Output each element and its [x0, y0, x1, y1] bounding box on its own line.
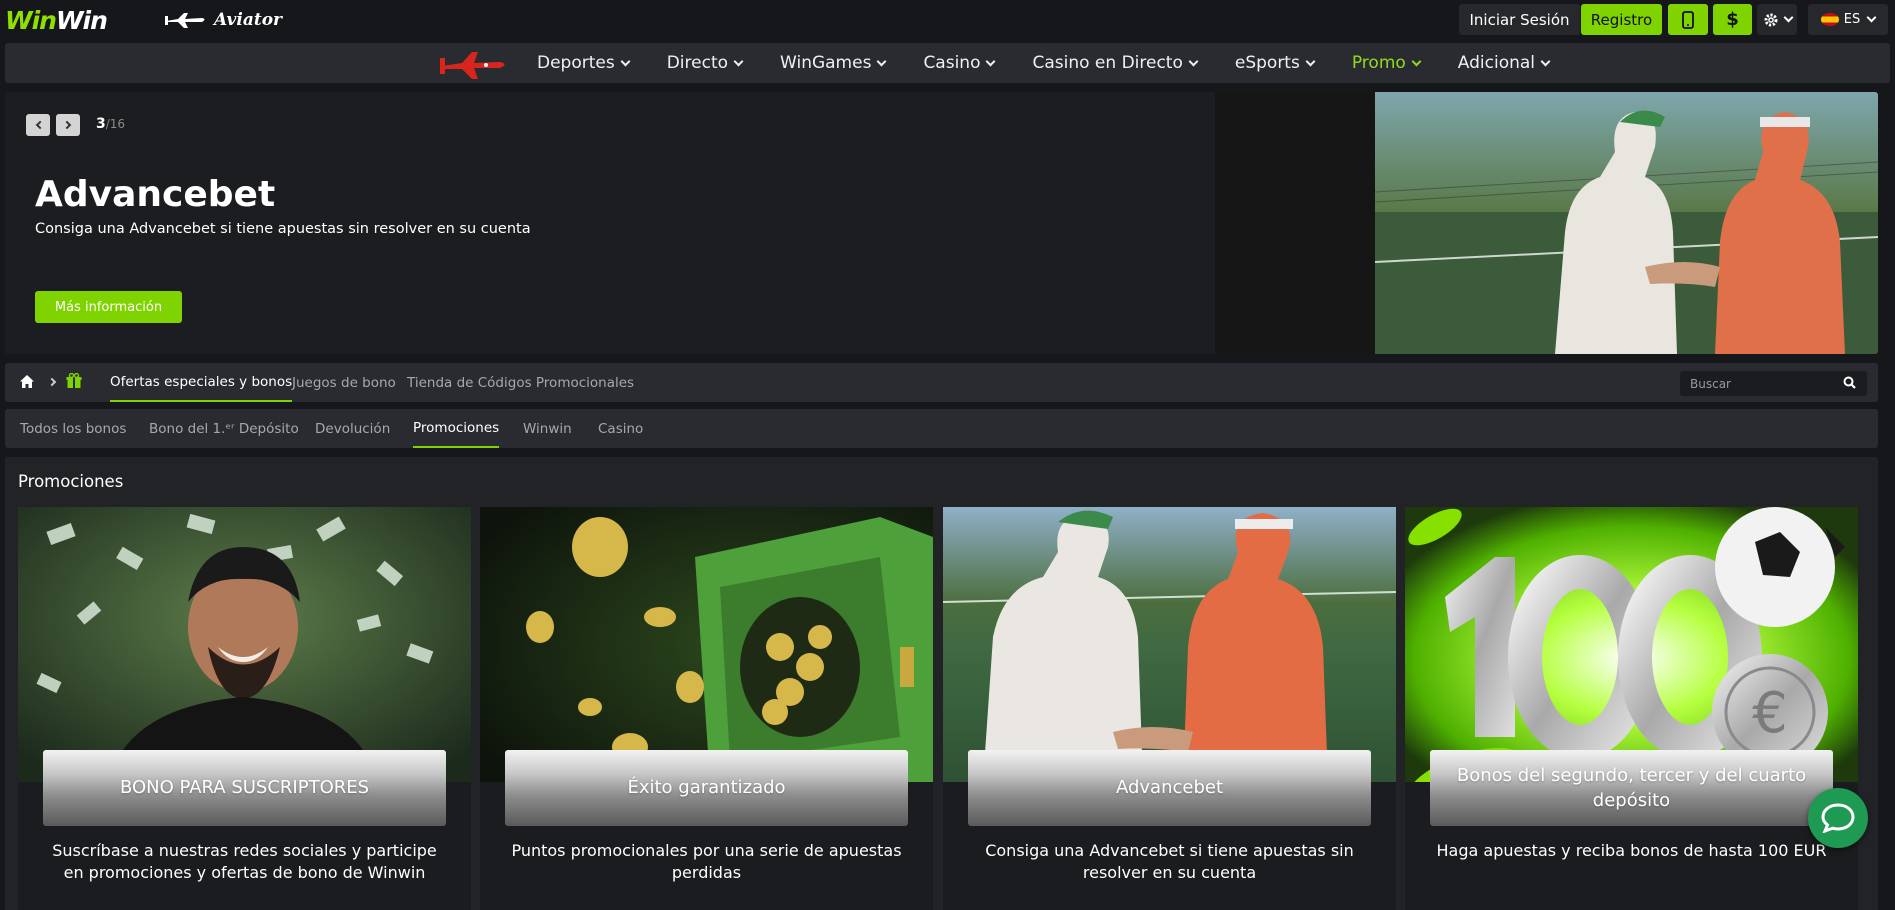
nav-item-promo[interactable]: Promo	[1351, 53, 1422, 73]
filter-winwin[interactable]: Winwin	[523, 409, 572, 448]
nav-item-deportes[interactable]: Deportes	[537, 53, 631, 73]
card-description: Haga apuestas y reciba bonos de hasta 10…	[1436, 841, 1827, 860]
nav-item-casino-en-directo[interactable]: Casino en Directo	[1032, 53, 1199, 73]
aviator-plane-icon[interactable]	[438, 46, 511, 82]
card-title: Éxito garantizado	[505, 750, 908, 826]
chevron-down-icon	[1783, 12, 1793, 23]
chevron-down-icon	[1188, 56, 1199, 66]
aviator-link[interactable]: Aviator	[164, 8, 282, 32]
chevron-down-icon	[1540, 56, 1551, 66]
filter-bono-primer-deposito[interactable]: Bono del 1.ᵉʳ Depósito	[149, 409, 299, 448]
deposit-button[interactable]: $	[1713, 4, 1752, 35]
banner-counter: 3/16	[96, 116, 125, 132]
winwin-logo[interactable]: WinWin	[5, 6, 108, 35]
nav-item-adicional[interactable]: Adicional	[1457, 53, 1551, 73]
breadcrumb-bar: Ofertas especiales y bonos Juegos de bon…	[5, 363, 1878, 402]
promo-card-bonos-deposito[interactable]: € Bonos del segundo, tercer y del cuarto…	[1405, 507, 1858, 910]
chevron-right-icon	[62, 120, 71, 130]
language-label: ES	[1843, 12, 1861, 27]
banner-current: 3	[96, 116, 106, 132]
section-title: Promociones	[18, 472, 124, 491]
nav-item-label: Casino en Directo	[1032, 53, 1183, 73]
promo-card-suscriptores[interactable]: BONO PARA SUSCRIPTORES Suscríbase a nues…	[18, 507, 471, 910]
chevron-down-icon	[1411, 56, 1422, 66]
aviator-label: Aviator	[214, 10, 282, 30]
filter-todos-los-bonos[interactable]: Todos los bonos	[20, 409, 126, 448]
chat-support-button[interactable]	[1808, 788, 1868, 848]
banner-next-button[interactable]	[56, 114, 80, 136]
nav-items: Deportes Directo WinGames Casino Casino …	[537, 43, 1587, 83]
nav-item-casino[interactable]: Casino	[923, 53, 996, 73]
chevron-down-icon	[1305, 56, 1316, 66]
banner-title: Advancebet	[35, 174, 276, 215]
nav-item-esports[interactable]: eSports	[1234, 53, 1316, 73]
chevron-down-icon	[733, 56, 744, 66]
banner-subtitle: Consiga una Advancebet si tiene apuestas…	[35, 221, 531, 237]
nav-item-label: eSports	[1234, 53, 1300, 73]
chevron-down-icon	[876, 56, 887, 66]
nav-item-label: Deportes	[537, 53, 615, 73]
tab-tienda-codigos[interactable]: Tienda de Códigos Promocionales	[407, 363, 634, 402]
dollar-icon: $	[1726, 9, 1739, 30]
nav-item-label: Adicional	[1457, 53, 1536, 73]
login-button[interactable]: Iniciar Sesión	[1459, 4, 1580, 35]
chevron-down-icon	[1866, 12, 1877, 23]
nav-item-label: Promo	[1351, 53, 1406, 73]
promo-banner: 3/16 Advancebet Consiga una Advancebet s…	[5, 92, 1878, 354]
airplane-icon	[165, 13, 205, 28]
nav-item-directo[interactable]: Directo	[666, 53, 744, 73]
bonus-100-image: €	[1405, 507, 1858, 782]
nav-item-label: Casino	[923, 53, 981, 73]
bonus-filter-bar: Todos los bonos Bono del 1.ᵉʳ Depósito D…	[5, 409, 1878, 448]
filter-devolucion[interactable]: Devolución	[315, 409, 390, 448]
card-description: Consiga una Advancebet si tiene apuestas…	[985, 841, 1354, 883]
tab-juegos-de-bono[interactable]: Juegos de bono	[292, 363, 396, 402]
chevron-left-icon	[35, 120, 44, 130]
money-rain-image	[18, 507, 471, 782]
home-icon[interactable]	[19, 374, 35, 389]
promo-card-exito-garantizado[interactable]: Éxito garantizado Puntos promocionales p…	[480, 507, 933, 910]
chevron-right-icon	[47, 377, 57, 387]
coins-safe-image	[480, 507, 933, 782]
logo-part-2: Win	[55, 6, 108, 35]
tennis-handshake-image	[943, 507, 1396, 782]
top-bar: WinWin Aviator Iniciar Sesión Registro $…	[0, 0, 1895, 40]
nav-item-label: Directo	[666, 53, 729, 73]
mobile-app-button[interactable]	[1668, 4, 1708, 35]
card-description: Suscríbase a nuestras redes sociales y p…	[52, 841, 437, 883]
card-title: Advancebet	[968, 750, 1371, 826]
search-input[interactable]	[1680, 371, 1867, 396]
nav-item-label: WinGames	[780, 53, 872, 73]
register-button[interactable]: Registro	[1581, 4, 1662, 35]
filter-promociones[interactable]: Promociones	[413, 409, 500, 448]
chevron-down-icon	[620, 56, 631, 66]
gift-icon[interactable]	[66, 373, 82, 389]
more-info-button[interactable]: Más información	[35, 291, 182, 323]
tab-ofertas-especiales[interactable]: Ofertas especiales y bonos	[110, 363, 293, 402]
mobile-phone-icon	[1682, 10, 1694, 29]
language-selector[interactable]: ES	[1808, 4, 1888, 35]
promotions-section: Promociones BONO PARA SUSCRIPTORES Suscr…	[5, 457, 1878, 910]
filter-casino[interactable]: Casino	[598, 409, 643, 448]
gear-icon	[1764, 13, 1777, 26]
card-description: Puntos promocionales por una serie de ap…	[511, 841, 902, 883]
tennis-players-image	[1215, 92, 1878, 354]
promo-card-advancebet[interactable]: Advancebet Consiga una Advancebet si tie…	[943, 507, 1396, 910]
banner-total: /16	[105, 117, 126, 131]
search-icon[interactable]	[1843, 376, 1856, 389]
svg-text:€: €	[1752, 681, 1788, 746]
card-title: BONO PARA SUSCRIPTORES	[43, 750, 446, 826]
logo-part-1: Win	[5, 6, 57, 35]
main-nav: Deportes Directo WinGames Casino Casino …	[5, 43, 1890, 83]
card-title: Bonos del segundo, tercer y del cuarto d…	[1430, 750, 1833, 826]
banner-prev-button[interactable]	[26, 114, 50, 136]
chevron-down-icon	[986, 56, 996, 66]
nav-item-wingames[interactable]: WinGames	[780, 53, 887, 73]
spain-flag-icon	[1820, 13, 1839, 26]
settings-button[interactable]	[1757, 4, 1797, 35]
chat-bubble-icon	[1821, 803, 1855, 833]
